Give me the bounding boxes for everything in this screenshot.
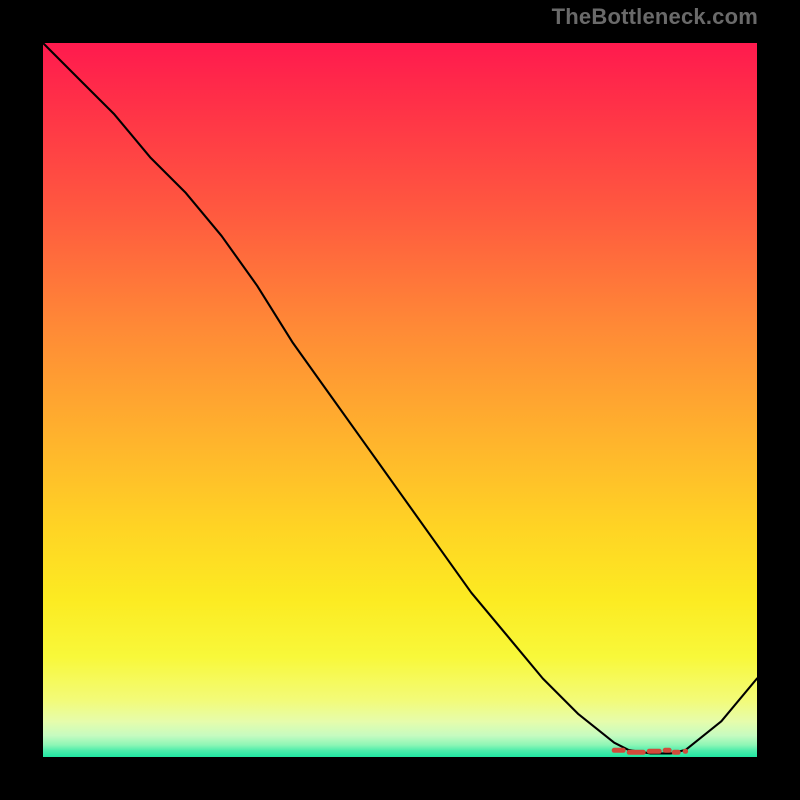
chart-stage: TheBottleneck.com — [0, 0, 800, 800]
bottleneck-curve — [43, 43, 757, 753]
attribution-label: TheBottleneck.com — [552, 4, 758, 30]
chart-svg — [43, 43, 757, 757]
plot-area — [43, 43, 757, 757]
optimum-band-marker — [614, 750, 685, 752]
